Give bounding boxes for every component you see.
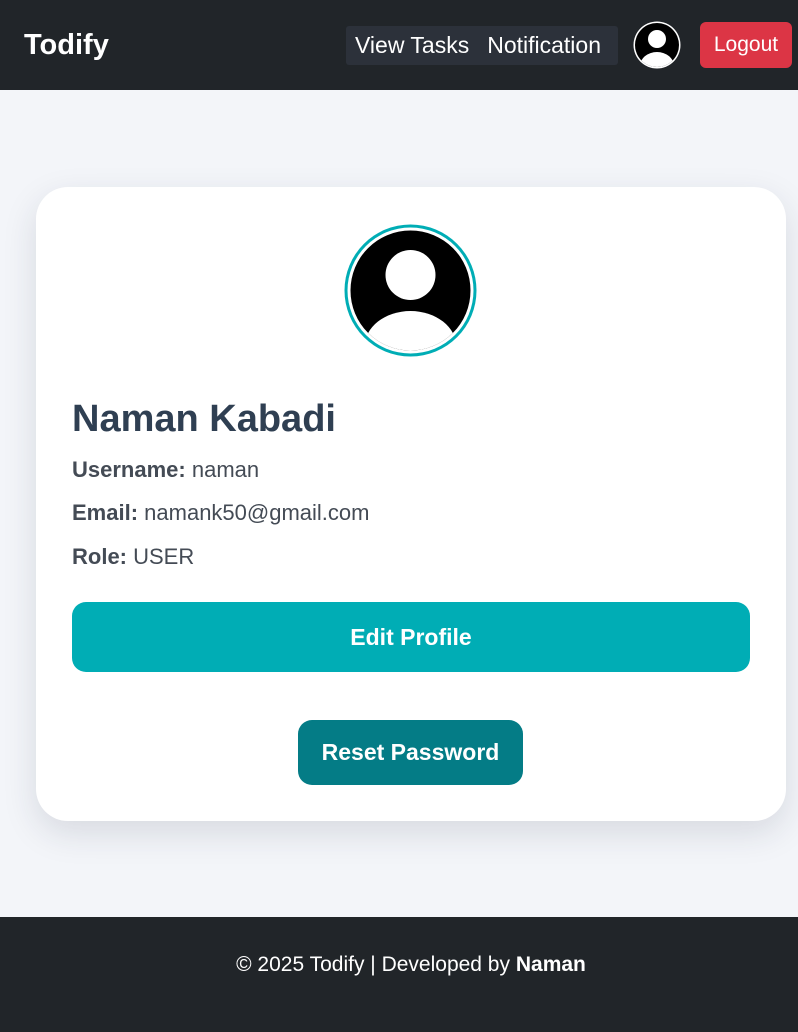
username-label: Username: xyxy=(72,457,186,482)
footer-text: © 2025 Todify | Developed by Naman xyxy=(0,951,798,979)
user-avatar-icon xyxy=(343,223,478,358)
footer-copyright: © 2025 Todify | Developed by xyxy=(236,953,510,976)
role-label: Role: xyxy=(72,544,127,569)
profile-name: Naman Kabadi xyxy=(72,398,336,440)
footer: © 2025 Todify | Developed by Naman xyxy=(0,917,798,1032)
nav-links: View Tasks Notification xyxy=(346,26,618,65)
email-label: Email: xyxy=(72,500,139,525)
profile-card: Naman Kabadi Username: naman Email: nama… xyxy=(36,187,786,821)
edit-profile-button[interactable]: Edit Profile xyxy=(72,602,750,672)
role-row: Role: USER xyxy=(72,543,194,571)
nav-view-tasks[interactable]: View Tasks xyxy=(346,26,469,65)
navbar: Todify View Tasks Notification Logout xyxy=(0,0,798,90)
brand-logo[interactable]: Todify xyxy=(24,27,109,63)
nav-notification[interactable]: Notification xyxy=(469,26,601,65)
role-value: USER xyxy=(133,544,195,569)
reset-password-button[interactable]: Reset Password xyxy=(298,720,523,785)
logout-button[interactable]: Logout xyxy=(700,22,792,68)
footer-author: Naman xyxy=(515,953,586,976)
username-row: Username: naman xyxy=(72,456,259,484)
email-value: namank50@gmail.com xyxy=(144,500,370,525)
user-avatar-icon[interactable] xyxy=(632,20,682,70)
email-row: Email: namank50@gmail.com xyxy=(72,499,369,527)
username-value: naman xyxy=(191,457,260,482)
